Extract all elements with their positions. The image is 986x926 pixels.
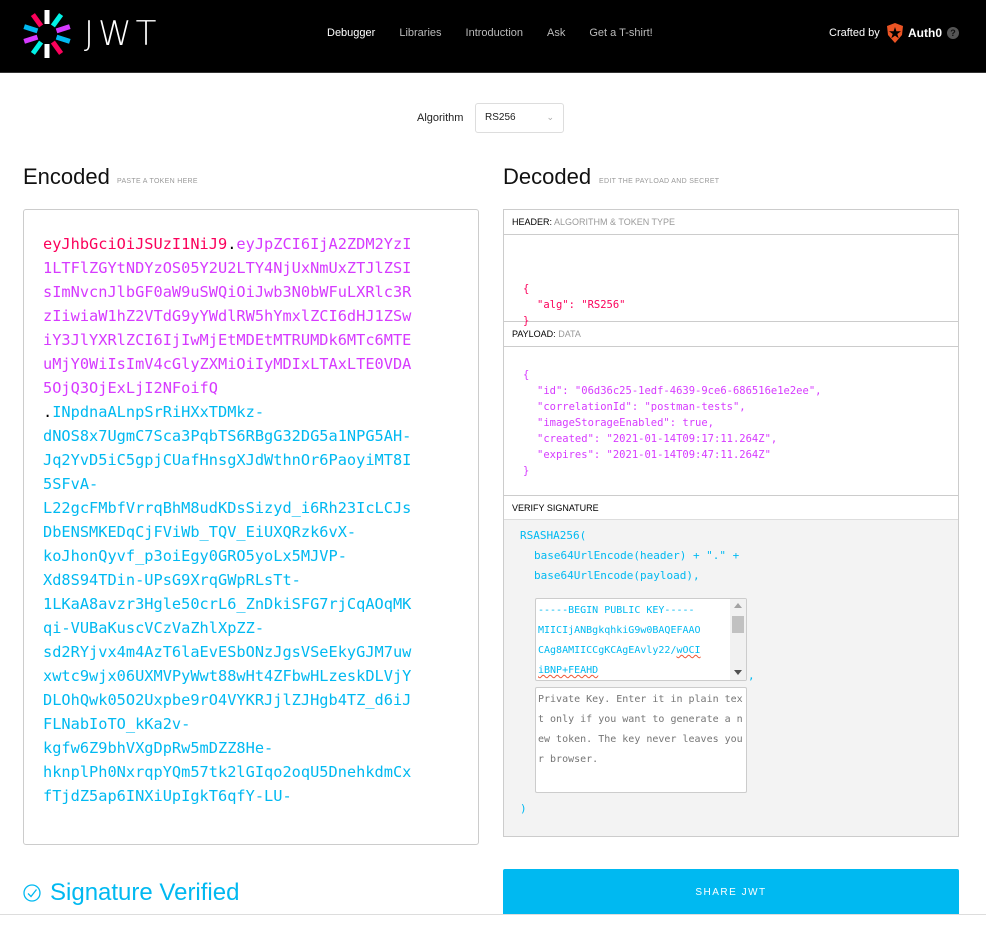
verify-line-payload: base64UrlEncode(payload), (534, 569, 700, 582)
jwt-logo-icon[interactable] (23, 10, 71, 58)
algorithm-selected-value: RS256 (485, 112, 516, 123)
nav-libraries[interactable]: Libraries (399, 26, 441, 40)
verify-fn-close: ) (520, 802, 527, 815)
chevron-down-icon: ⌄ (546, 112, 554, 122)
token-payload-part: eyJpZCI6IjA2ZDM2YzI1LTFlZGYtNDYzOS05Y2U2… (43, 235, 412, 397)
share-jwt-button[interactable]: SHARE JWT (503, 869, 959, 915)
nav-introduction[interactable]: Introduction (466, 26, 523, 40)
payload-line: "correlationId": "postman-tests", (537, 401, 746, 413)
scroll-up-arrow-icon[interactable] (734, 603, 742, 608)
public-key-scrollbar[interactable] (730, 599, 746, 680)
algorithm-label: Algorithm (417, 112, 464, 124)
token-dot: . (43, 403, 53, 421)
private-key-textarea[interactable] (535, 687, 747, 793)
payload-line: "imageStorageEnabled": true, (537, 417, 715, 429)
scroll-thumb[interactable] (732, 616, 744, 633)
divider (0, 914, 986, 915)
verify-section-title: VERIFY SIGNATURE (504, 496, 958, 520)
encoded-subtitle: PASTE A TOKEN HERE (117, 178, 198, 185)
signature-status-text: Signature Verified (50, 879, 240, 906)
scroll-down-arrow-icon[interactable] (734, 670, 742, 675)
encoded-heading: Encoded (23, 164, 110, 189)
algorithm-select[interactable]: RS256 ⌄ (475, 103, 564, 133)
encoded-token-text[interactable]: eyJhbGciOiJSUzI1NiJ9. eyJpZCI6IjA2ZDM2YzI… (43, 232, 418, 808)
decoded-heading: Decoded (503, 164, 592, 189)
main-nav: Debugger Libraries Introduction Ask Get … (327, 26, 677, 40)
payload-line: "expires": "2021-01-14T09:47:11.264Z" (537, 449, 771, 461)
token-header-part: eyJhbGciOiJSUzI1NiJ9 (43, 235, 228, 253)
decoded-panel: HEADER: ALGORITHM & TOKEN TYPE { "alg": … (503, 209, 959, 837)
payload-line: "id": "06d36c25-1edf-4639-9ce6-686516e1e… (537, 385, 822, 397)
logo-text[interactable]: JWT (84, 14, 160, 54)
signature-status: Signature Verified (23, 879, 239, 907)
verify-comma: , (748, 669, 755, 682)
decoded-subtitle: EDIT THE PAYLOAD AND SECRET (599, 178, 720, 185)
verify-fn-open: RSASHA256( (520, 529, 587, 542)
crafted-by-label: Crafted by (829, 27, 880, 39)
payload-json-editor[interactable]: { "id": "06d36c25-1edf-4639-9ce6-686516e… (504, 347, 958, 496)
auth0-shield-icon[interactable] (886, 23, 904, 43)
help-icon[interactable]: ? (947, 27, 959, 39)
nav-tshirt[interactable]: Get a T-shirt! (589, 26, 652, 40)
check-circle-icon (23, 884, 41, 902)
auth0-link[interactable]: Auth0 (908, 26, 942, 40)
payload-line: "created": "2021-01-14T09:17:11.264Z", (537, 433, 778, 445)
nav-debugger[interactable]: Debugger (327, 26, 375, 40)
header-json-editor[interactable]: { "alg": "RS256" } (504, 235, 958, 327)
payload-section-title: PAYLOAD: DATA (504, 322, 958, 347)
verify-line-header: base64UrlEncode(header) + "." + (534, 549, 740, 562)
public-key-textarea[interactable]: -----BEGIN PUBLIC KEY----- MIICIjANBgkqh… (535, 598, 747, 681)
token-signature-part: INpdnaALnpSrRiHXxTDMkz- dNOS8x7UgmC7Sca3… (43, 403, 412, 805)
nav-ask[interactable]: Ask (547, 26, 565, 40)
top-navbar: JWT Debugger Libraries Introduction Ask … (0, 0, 986, 73)
encoded-token-input[interactable]: eyJhbGciOiJSUzI1NiJ9. eyJpZCI6IjA2ZDM2YzI… (23, 209, 479, 845)
header-section-title: HEADER: ALGORITHM & TOKEN TYPE (504, 210, 958, 235)
verify-signature-body: RSASHA256( base64UrlEncode(header) + "."… (504, 520, 958, 836)
